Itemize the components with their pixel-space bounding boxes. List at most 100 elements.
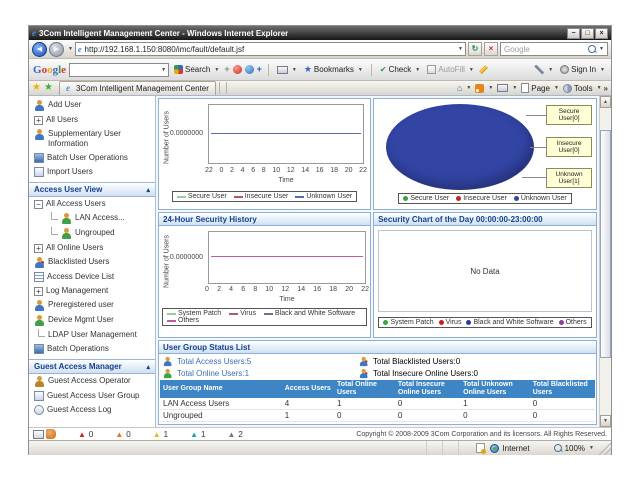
add-favorite-icon[interactable]: ★ [44,83,53,93]
sidebar-item-batch-user-operations[interactable]: Batch User Operations [29,151,155,165]
add-tool-icon[interactable]: + [224,65,229,74]
summary-total-online-users[interactable]: Total Online Users:1 [163,368,249,379]
alarm-sound-icon[interactable] [46,429,56,439]
scroll-down-button[interactable]: ▼ [600,415,611,427]
restore-button[interactable]: □ [581,28,594,39]
vertical-scrollbar[interactable]: ▲ ▼ [599,96,611,427]
highlighter-icon[interactable] [479,65,488,74]
panel-header: User Group Status List [159,341,596,354]
legend-label: Unknown User [521,195,567,202]
sidebar-item-ungrouped[interactable]: Ungrouped [42,226,155,241]
expand-icon[interactable] [34,116,43,125]
translate-icon[interactable] [233,65,242,74]
sidebar-item-all-online-users[interactable]: All Online Users [29,241,155,255]
alarm-warning[interactable]: ▲ 1 [190,430,205,439]
user-group-icon [61,228,72,239]
tree-connector [38,329,45,337]
zoom-control[interactable]: 100% ▼ [554,444,594,453]
column-header[interactable]: Access Users [282,380,334,398]
column-header[interactable]: Total Unknown Online Users [460,380,530,398]
search-dropdown-icon[interactable]: ▼ [599,46,604,52]
google-search-dropdown-icon[interactable]: ▼ [161,67,166,73]
sidebar-item-lan-access[interactable]: LAN Access... [42,211,155,226]
column-header[interactable]: Total Insecure Online Users [395,380,460,398]
alarm-minor[interactable]: ▲ 1 [153,430,168,439]
panel-header-access-user-view[interactable]: Access User View ▴ [29,182,155,197]
legend-item: Insecure User [456,195,507,202]
expand-icon[interactable] [34,244,43,253]
sidewiki-icon[interactable] [245,65,254,74]
scroll-up-button[interactable]: ▲ [600,96,611,108]
column-header[interactable]: Total Online Users [334,380,395,398]
cell-access-users[interactable]: 4 [282,398,334,410]
sidebar-item-access-device-list[interactable]: Access Device List [29,270,155,284]
tab-3com-imc[interactable]: e 3Com Intelligent Management Center [59,81,216,95]
search-icon[interactable] [588,45,597,54]
home-button[interactable]: ⌂ ▼ [455,80,473,96]
favorites-icon[interactable]: ★ [32,83,41,93]
sidebar-item-guest-access-log[interactable]: Guest Access Log [29,403,155,417]
legend-label: Insecure User [463,195,507,202]
refresh-button[interactable]: ↻ [468,42,482,56]
resize-grip[interactable] [598,442,611,455]
sidebar-item-preregistered-user[interactable]: Preregistered user [29,298,155,313]
add-gadget-icon[interactable]: + [257,65,262,74]
x-tick: 14 [301,167,309,174]
alarm-unknown[interactable]: ▲ 2 [228,430,243,439]
browser-search-input[interactable]: Google ▼ [500,42,608,56]
history-dropdown-icon[interactable]: ▼ [68,46,73,52]
tools-menu-button[interactable]: Tools ▼ [561,80,604,96]
sidebar-item-import-users[interactable]: Import Users [29,165,155,179]
separator [226,82,227,94]
scrollbar-thumb[interactable] [600,130,611,358]
sign-in-button[interactable]: Sign In ▼ [558,62,607,78]
sidebar-item-all-users[interactable]: All Users [29,113,155,127]
address-input[interactable]: e http://192.168.1.150:8080/imc/fault/de… [75,42,466,56]
autofill-button[interactable]: AutoFill ▼ [425,62,476,78]
close-button[interactable]: × [595,28,608,39]
check-button[interactable]: ✔ Check ▼ [378,62,422,78]
collapse-tree-icon[interactable] [34,200,43,209]
sidebar-item-supplementary-user-information[interactable]: Supplementary User Information [29,127,155,151]
summary-total-access-users[interactable]: Total Access Users:5 [163,356,251,367]
sidebar-item-guest-access-user-group[interactable]: Guest Access User Group [29,389,155,403]
cell-access-users[interactable]: 1 [282,410,334,422]
legend-item: Black and White Software [466,319,553,326]
back-button[interactable]: ◀ [32,42,47,57]
alarm-panel-icon[interactable] [33,430,44,439]
address-dropdown-icon[interactable]: ▼ [458,46,463,52]
sidebar-item-blacklisted-users[interactable]: Blacklisted Users [29,255,155,270]
toolbar-settings-button[interactable]: ▼ [532,62,555,78]
column-header[interactable]: User Group Name [160,380,282,398]
sidebar-item-all-access-users[interactable]: All Access Users [29,197,155,211]
google-search-button[interactable]: Search ▼ [172,62,221,78]
sidebar-item-device-mgmt-user[interactable]: Device Mgmt User [29,313,155,328]
sidebar-item-batch-operations[interactable]: Batch Operations [29,342,155,356]
collapse-icon[interactable]: ▴ [146,186,150,194]
alarm-major[interactable]: ▲ 0 [115,430,130,439]
sidebar-item-guest-access-operator[interactable]: Guest Access Operator [29,374,155,389]
scrollbar-track[interactable] [600,108,611,415]
collapse-icon[interactable]: ▴ [146,363,150,371]
minimize-button[interactable]: − [567,28,580,39]
sidebar-item-ldap-user-management[interactable]: LDAP User Management [29,328,155,342]
legend-line-swatch [264,313,273,315]
feeds-button[interactable]: ▼ [473,80,495,96]
bookmarks-button[interactable]: ★ Bookmarks ▼ [302,62,365,78]
stop-button[interactable]: × [484,42,498,56]
print-button[interactable]: ▼ [495,80,519,96]
forward-button[interactable]: ▶ [49,42,64,57]
panel-header-guest-access-manager[interactable]: Guest Access Manager ▴ [29,359,155,374]
send-to-button[interactable]: ▼ [275,62,299,78]
sidebar-item-add-user[interactable]: Add User [29,98,155,113]
page-menu-button[interactable]: Page ▼ [519,80,561,96]
alarm-critical[interactable]: ▲ 0 [78,430,93,439]
legend-label: Black and White Software [473,319,553,326]
google-search-input[interactable]: ▼ [69,63,169,77]
column-header[interactable]: Total Blacklisted Users [530,380,595,398]
sidebar-item-log-management[interactable]: Log Management [29,284,155,298]
legend-item: Virus [229,310,256,317]
expand-icon[interactable] [34,287,43,296]
toolbar-overflow-chevron[interactable]: » [604,84,608,93]
zoom-dropdown-icon[interactable]: ▼ [589,445,594,451]
